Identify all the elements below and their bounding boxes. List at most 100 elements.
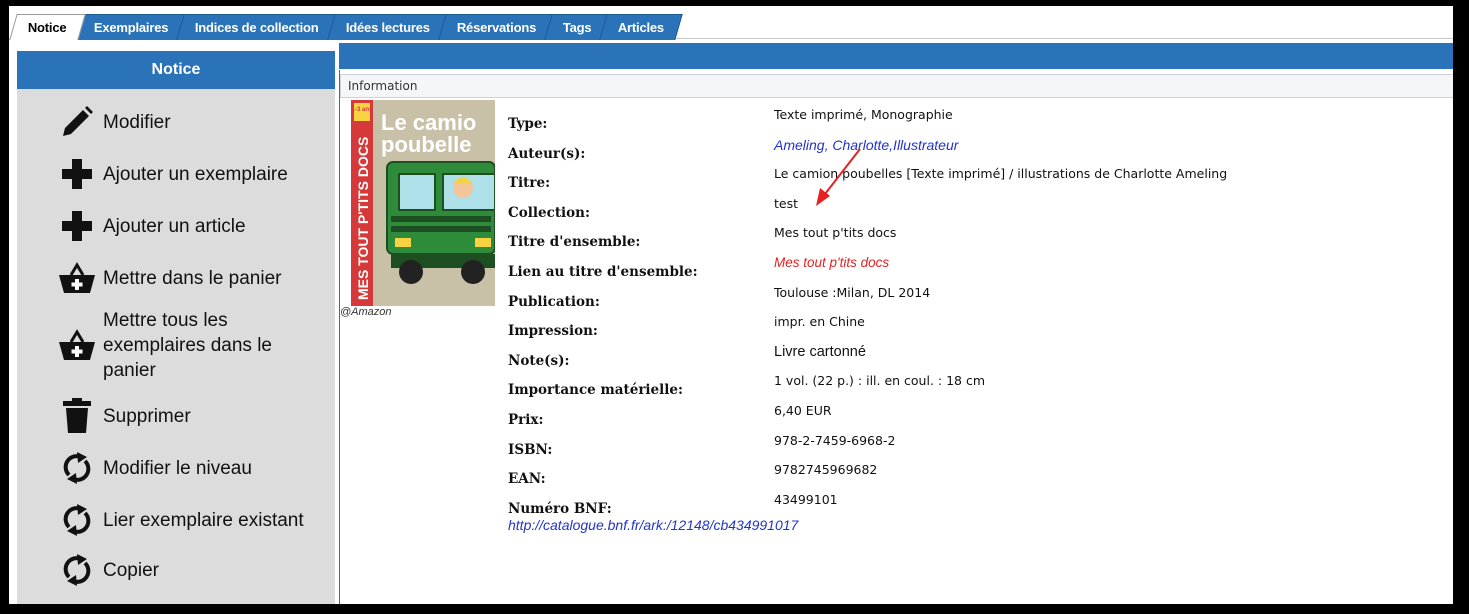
cover-series-text: MES TOUT P'TITS DOCS — [355, 137, 371, 300]
field-label: Type: — [508, 116, 548, 132]
field-label: Auteur(s): — [508, 145, 586, 162]
field-value: Livre cartonné — [774, 343, 866, 360]
tab-label: Réservations — [456, 20, 536, 35]
tab-exemplaires[interactable]: Exemplaires — [74, 14, 187, 40]
field-row: EAN: 9782745969682 — [508, 460, 1448, 490]
sidebar-item-label: Modifier — [103, 111, 171, 133]
tab-strip: Notice Exemplaires Indices de collection… — [9, 14, 684, 40]
panel-header-strip — [339, 43, 1453, 69]
book-cover-image: 1-3 ans MES TOUT P'TITS DOCS Le camio po… — [351, 100, 495, 306]
tab-label: Exemplaires — [93, 20, 168, 35]
field-value: test — [774, 195, 799, 211]
sidebar-item-modifier[interactable]: Modifier — [17, 99, 335, 145]
sidebar-item-ajouter-exemplaire[interactable]: Ajouter un exemplaire — [17, 151, 335, 197]
field-value-link[interactable]: Ameling, Charlotte,Illustrateur — [774, 137, 958, 153]
sidebar-item-mettre-tous-exemplaires-panier[interactable]: Mettre tous les exemplaires dans le pani… — [17, 305, 335, 385]
field-value: impr. en Chine — [774, 314, 865, 330]
field-row: Impression: impr. en Chine — [508, 312, 1448, 342]
field-label: Publication: — [508, 293, 600, 310]
field-value: Toulouse :Milan, DL 2014 — [774, 284, 931, 300]
cover-age-badge: 1-3 ans — [352, 107, 373, 113]
plus-icon — [57, 206, 97, 246]
sidebar-item-label: Lier exemplaire existant — [103, 509, 304, 531]
field-label: Prix: — [508, 412, 544, 428]
field-value: Mes tout p'tits docs — [774, 225, 897, 241]
label-line: panier — [103, 359, 156, 381]
refresh-icon — [57, 448, 97, 488]
tab-idees-lectures[interactable]: Idées lectures — [326, 14, 449, 40]
tab-label: Notice — [27, 20, 67, 35]
record-panel: Information 1-3 ans MES TOUT P'TITS DOCS… — [339, 70, 1453, 604]
field-value: 1 vol. (22 p.) : ill. en coul. : 18 cm — [774, 373, 986, 389]
tab-notice[interactable]: Notice — [9, 14, 86, 40]
field-value: 6,40 EUR — [774, 403, 832, 418]
information-title: Information — [348, 79, 418, 93]
sidebar-item-label: Modifier le niveau — [103, 457, 252, 479]
field-value-link[interactable]: Mes tout p'tits docs — [774, 255, 889, 270]
field-label: Importance matérielle: — [508, 382, 683, 399]
tab-label: Indices de collection — [194, 20, 319, 35]
trash-icon — [57, 396, 97, 436]
bnf-catalog-link[interactable]: http://catalogue.bnf.fr/ark:/12148/cb434… — [508, 517, 798, 533]
sidebar-item-mettre-dans-panier[interactable]: Mettre dans le panier — [17, 255, 335, 301]
tab-articles[interactable]: Articles — [599, 14, 684, 40]
field-row: Prix: 6,40 EUR — [508, 401, 1448, 431]
field-label: ISBN: — [508, 441, 553, 458]
sidebar-item-label: Mettre dans le panier — [103, 267, 282, 289]
book-cover-art: 1-3 ans MES TOUT P'TITS DOCS Le camio po… — [351, 100, 495, 306]
field-row: Numéro BNF: 43499101 — [508, 490, 1448, 520]
field-row: Collection: test — [508, 194, 1448, 224]
field-row: Titre d'ensemble: Mes tout p'tits docs — [508, 223, 1448, 253]
information-header: Information — [340, 74, 1453, 98]
pencil-icon — [57, 102, 97, 142]
plus-icon — [57, 154, 97, 194]
tab-bar: Notice Exemplaires Indices de collection… — [9, 6, 1453, 40]
sidebar-item-label: Copier — [103, 559, 159, 581]
field-row: Importance matérielle: 1 vol. (22 p.) : i… — [508, 371, 1448, 401]
sidebar-title: Notice — [17, 51, 335, 89]
field-row: ISBN: 978-2-7459-6968-2 — [508, 431, 1448, 461]
field-value: Le camion poubelles [Texte imprimé] / il… — [774, 166, 1228, 182]
basket-add-icon — [57, 325, 97, 365]
cover-title-line: poubelle — [381, 132, 471, 157]
sidebar-item-supprimer[interactable]: Supprimer — [17, 393, 335, 439]
field-value: 43499101 — [774, 491, 838, 507]
field-label: Collection: — [508, 204, 590, 221]
field-row: Note(s): Livre cartonné — [508, 342, 1448, 372]
field-label: Numéro BNF: — [508, 500, 612, 517]
catalog-record-screen: Notice Exemplaires Indices de collection… — [9, 6, 1453, 604]
basket-add-icon — [57, 258, 97, 298]
field-label: Impression: — [508, 323, 598, 340]
field-row: Lien au titre d'ensemble: Mes tout p'tits… — [508, 253, 1448, 283]
tab-label: Idées lectures — [345, 20, 430, 35]
tab-label: Tags — [562, 20, 592, 35]
field-value: 978-2-7459-6968-2 — [774, 432, 896, 448]
label-line: exemplaires dans le — [103, 334, 272, 356]
refresh-icon — [57, 550, 97, 590]
sidebar-item-ajouter-article[interactable]: Ajouter un article — [17, 203, 335, 249]
tab-reservations[interactable]: Réservations — [437, 14, 555, 40]
field-label: Titre d'ensemble: — [508, 234, 641, 251]
sidebar-item-label: Ajouter un article — [103, 215, 246, 237]
field-value: 9782745969682 — [774, 462, 878, 478]
field-row: Publication: Toulouse :Milan, DL 2014 — [508, 283, 1448, 313]
field-label: Note(s): — [508, 352, 570, 369]
field-row: Type: Texte imprimé, Monographie — [508, 105, 1448, 135]
field-value: Texte imprimé, Monographie — [774, 107, 953, 122]
actions-sidebar: Notice Modifier Ajouter un exemplaire Aj… — [17, 51, 335, 604]
sidebar-item-modifier-niveau[interactable]: Modifier le niveau — [17, 445, 335, 491]
field-label: EAN: — [508, 471, 546, 488]
sidebar-item-label: Mettre tous les exemplaires dans le pani… — [103, 308, 272, 383]
field-row: Titre: Le camion poubelles [Texte imprimé… — [508, 164, 1448, 194]
sidebar-item-label: Supprimer — [103, 405, 191, 427]
cover-credit: @Amazon — [340, 306, 392, 318]
field-label: Titre: — [508, 175, 551, 192]
tab-label: Articles — [618, 20, 665, 35]
field-label: Lien au titre d'ensemble: — [508, 264, 698, 280]
field-row: Auteur(s): Ameling, Charlotte,Illustrateu… — [508, 135, 1448, 165]
tab-indices-de-collection[interactable]: Indices de collection — [176, 14, 338, 40]
sidebar-item-label: Ajouter un exemplaire — [103, 163, 288, 185]
sidebar-item-copier[interactable]: Copier — [17, 547, 335, 593]
sidebar-item-lier-exemplaire[interactable]: Lier exemplaire existant — [17, 497, 335, 543]
refresh-icon — [57, 500, 97, 540]
